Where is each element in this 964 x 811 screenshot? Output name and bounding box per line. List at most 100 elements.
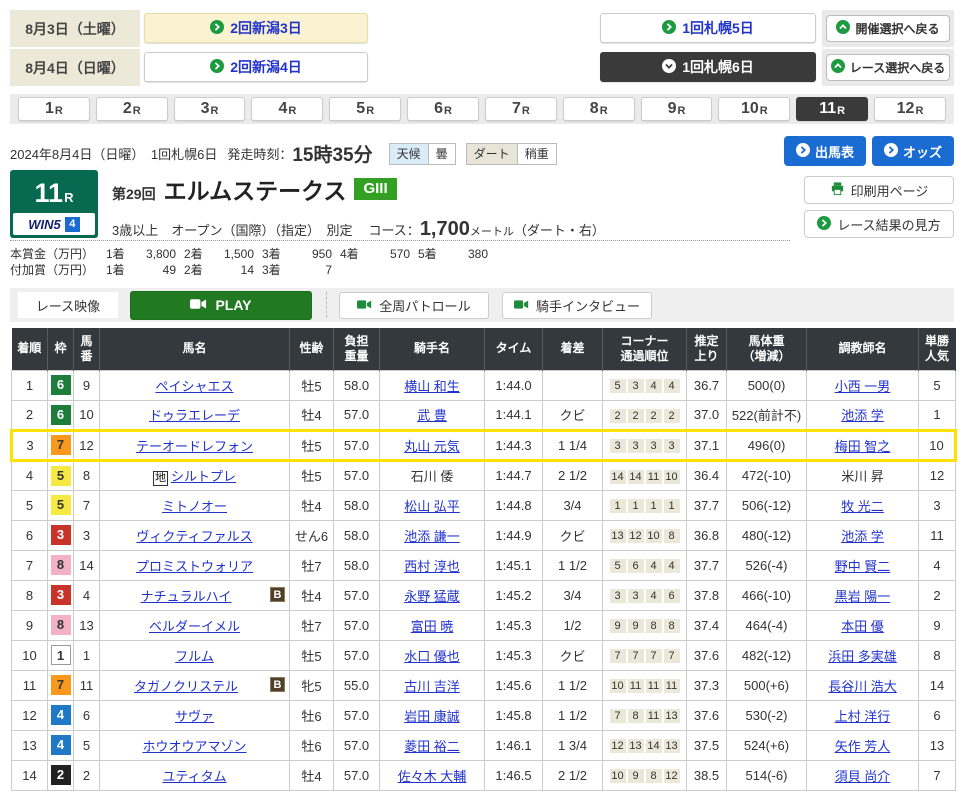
meeting-button-niigata-day3[interactable]: 2回新潟3日 xyxy=(144,13,368,43)
race-tab-12r[interactable]: 12R xyxy=(874,97,946,121)
frame-cell: 8 xyxy=(48,550,74,580)
frame-cell: 5 xyxy=(48,490,74,520)
result-guide-button[interactable]: レース結果の見方 xyxy=(804,210,954,238)
jockey-name-link[interactable]: 横山 和生 xyxy=(404,379,460,394)
back-to-race-select-button[interactable]: レース選択へ戻る xyxy=(826,54,950,81)
corner-pass-box: 10 xyxy=(664,470,680,484)
win-favorite-rank: 2 xyxy=(919,580,956,610)
race-tab-7r[interactable]: 7R xyxy=(485,97,557,121)
trainer-name-link[interactable]: 本田 優 xyxy=(841,619,884,634)
horse-name-link[interactable]: シルトプレ xyxy=(171,469,236,484)
horse-name-link[interactable]: ミトノオー xyxy=(162,499,227,514)
horse-cell: ナチュラルハイB xyxy=(100,580,290,610)
race-tab-5r[interactable]: 5R xyxy=(329,97,401,121)
horse-name-link[interactable]: ドゥラエレーデ xyxy=(149,408,240,423)
horse-name-link[interactable]: ヴィクティファルス xyxy=(136,529,252,544)
horse-cell: ホウオウアマゾン xyxy=(100,730,290,760)
horse-name-link[interactable]: テーオードレフォン xyxy=(136,439,253,454)
jockey-name-link[interactable]: 丸山 元気 xyxy=(404,439,460,454)
body-weight: 482(-12) xyxy=(727,640,807,670)
win-favorite-rank: 4 xyxy=(919,550,956,580)
last-3f-time: 37.4 xyxy=(687,610,727,640)
trainer-name-link[interactable]: 長谷川 浩大 xyxy=(828,679,897,694)
play-video-button[interactable]: PLAY xyxy=(130,291,312,320)
corner-pass-box: 3 xyxy=(610,589,626,603)
finish-position: 8 xyxy=(12,580,48,610)
meeting-button-sapporo-day5[interactable]: 1回札幌5日 xyxy=(600,13,816,43)
horse-cell: ベルダーイメル xyxy=(100,610,290,640)
race-tab-10r[interactable]: 10R xyxy=(718,97,790,121)
jockey-interview-button[interactable]: 騎手インタビュー xyxy=(502,292,652,319)
horse-name-link[interactable]: プロミストウォリア xyxy=(136,559,253,574)
margin: 3/4 xyxy=(543,580,603,610)
horse-name-link[interactable]: ユティタム xyxy=(162,769,226,784)
jockey-name-link[interactable]: 武 豊 xyxy=(417,408,447,423)
patrol-video-button[interactable]: 全周パトロール xyxy=(339,292,489,319)
jockey-name-link[interactable]: 菱田 裕二 xyxy=(404,739,460,754)
jockey-name-link[interactable]: 池添 謙一 xyxy=(404,529,460,544)
sex-age: 牡6 xyxy=(290,700,334,730)
trainer-name-link[interactable]: 浜田 多実雄 xyxy=(828,649,897,664)
jockey-cell: 佐々木 大輔 xyxy=(380,760,485,790)
corner-pass-box: 3 xyxy=(646,439,662,453)
horse-name-link[interactable]: ペイシャエス xyxy=(155,379,233,394)
horse-name-link[interactable]: ベルダーイメル xyxy=(149,619,240,634)
meeting-button-niigata-day4[interactable]: 2回新潟4日 xyxy=(144,52,368,82)
trainer-name-link[interactable]: 池添 学 xyxy=(841,408,884,423)
horse-number: 13 xyxy=(74,610,100,640)
meeting-button-sapporo-day6-selected[interactable]: 1回札幌6日 xyxy=(600,52,816,82)
jockey-name-link[interactable]: 岩田 康誠 xyxy=(404,709,460,724)
table-row: 13 4 5 ホウオウアマゾン 牡6 57.0 菱田 裕二 1:46.1 1 3… xyxy=(12,730,956,760)
race-tab-8r[interactable]: 8R xyxy=(563,97,635,121)
trainer-cell: 矢作 芳人 xyxy=(807,730,919,760)
column-header: 負担重量 xyxy=(334,328,380,370)
frame-number-badge: 8 xyxy=(51,555,71,575)
horse-name-link[interactable]: フルム xyxy=(175,649,214,664)
entries-button[interactable]: 出馬表 xyxy=(784,136,866,166)
day-row-sunday: 8月4日（日曜） 2回新潟4日 1回札幌6日 レース選択へ戻る xyxy=(10,49,954,86)
trainer-name-link[interactable]: 梅田 智之 xyxy=(835,439,891,454)
jockey-name-link[interactable]: 古川 吉洋 xyxy=(404,679,460,694)
finish-time: 1:46.1 xyxy=(485,730,543,760)
race-tab-4r[interactable]: 4R xyxy=(251,97,323,121)
trainer-name-link[interactable]: 野中 賢二 xyxy=(835,559,891,574)
horse-name-link[interactable]: タガノクリステル xyxy=(134,679,238,694)
day-meetings: 2回新潟4日 1回札幌6日 xyxy=(140,49,822,86)
horse-name-link[interactable]: ナチュラルハイ xyxy=(141,589,232,604)
jockey-name-link[interactable]: 松山 弘平 xyxy=(404,499,460,514)
horse-name-link[interactable]: ホウオウアマゾン xyxy=(142,739,246,754)
horse-name-link[interactable]: サヴァ xyxy=(175,709,214,724)
jockey-name-link[interactable]: 水口 優也 xyxy=(404,649,460,664)
frame-number-badge: 8 xyxy=(51,615,71,635)
margin: 1 1/4 xyxy=(543,430,603,460)
jockey-name-link[interactable]: 佐々木 大輔 xyxy=(398,769,467,784)
win5-badge: WIN5 4 xyxy=(13,213,95,235)
trainer-cell: 牧 光二 xyxy=(807,490,919,520)
race-tab-11r[interactable]: 11R xyxy=(796,97,868,121)
condition-badges: 天候 曇 ダート 稍重 xyxy=(389,143,557,165)
corner-pass-box: 7 xyxy=(610,709,626,723)
trainer-name-link[interactable]: 上村 洋行 xyxy=(835,709,891,724)
trainer-name-link[interactable]: 須貝 尚介 xyxy=(835,769,891,784)
finish-time: 1:44.8 xyxy=(485,490,543,520)
margin xyxy=(543,370,603,400)
trainer-name-link[interactable]: 牧 光二 xyxy=(841,499,884,514)
race-tab-2r[interactable]: 2R xyxy=(96,97,168,121)
print-page-button[interactable]: 印刷用ページ xyxy=(804,176,954,204)
race-tab-1r[interactable]: 1R xyxy=(18,97,90,121)
trainer-name-link[interactable]: 池添 学 xyxy=(841,529,884,544)
trainer-name-link[interactable]: 小西 一男 xyxy=(835,379,891,394)
odds-button[interactable]: オッズ xyxy=(872,136,954,166)
table-row: 6 3 3 ヴィクティファルス せん6 58.0 池添 謙一 1:44.9 クビ… xyxy=(12,520,956,550)
jockey-name-link[interactable]: 永野 猛蔵 xyxy=(404,589,460,604)
race-tab-3r[interactable]: 3R xyxy=(174,97,246,121)
back-to-meeting-select-button[interactable]: 開催選択へ戻る xyxy=(826,15,950,42)
local-horse-badge: 地 xyxy=(153,471,168,486)
jockey-name-link[interactable]: 西村 淳也 xyxy=(404,559,460,574)
jockey-name-link[interactable]: 富田 暁 xyxy=(411,619,454,634)
race-tab-6r[interactable]: 6R xyxy=(407,97,479,121)
margin: 1 1/2 xyxy=(543,700,603,730)
race-tab-9r[interactable]: 9R xyxy=(641,97,713,121)
trainer-name-link[interactable]: 黒岩 陽一 xyxy=(835,589,891,604)
trainer-name-link[interactable]: 矢作 芳人 xyxy=(835,739,891,754)
